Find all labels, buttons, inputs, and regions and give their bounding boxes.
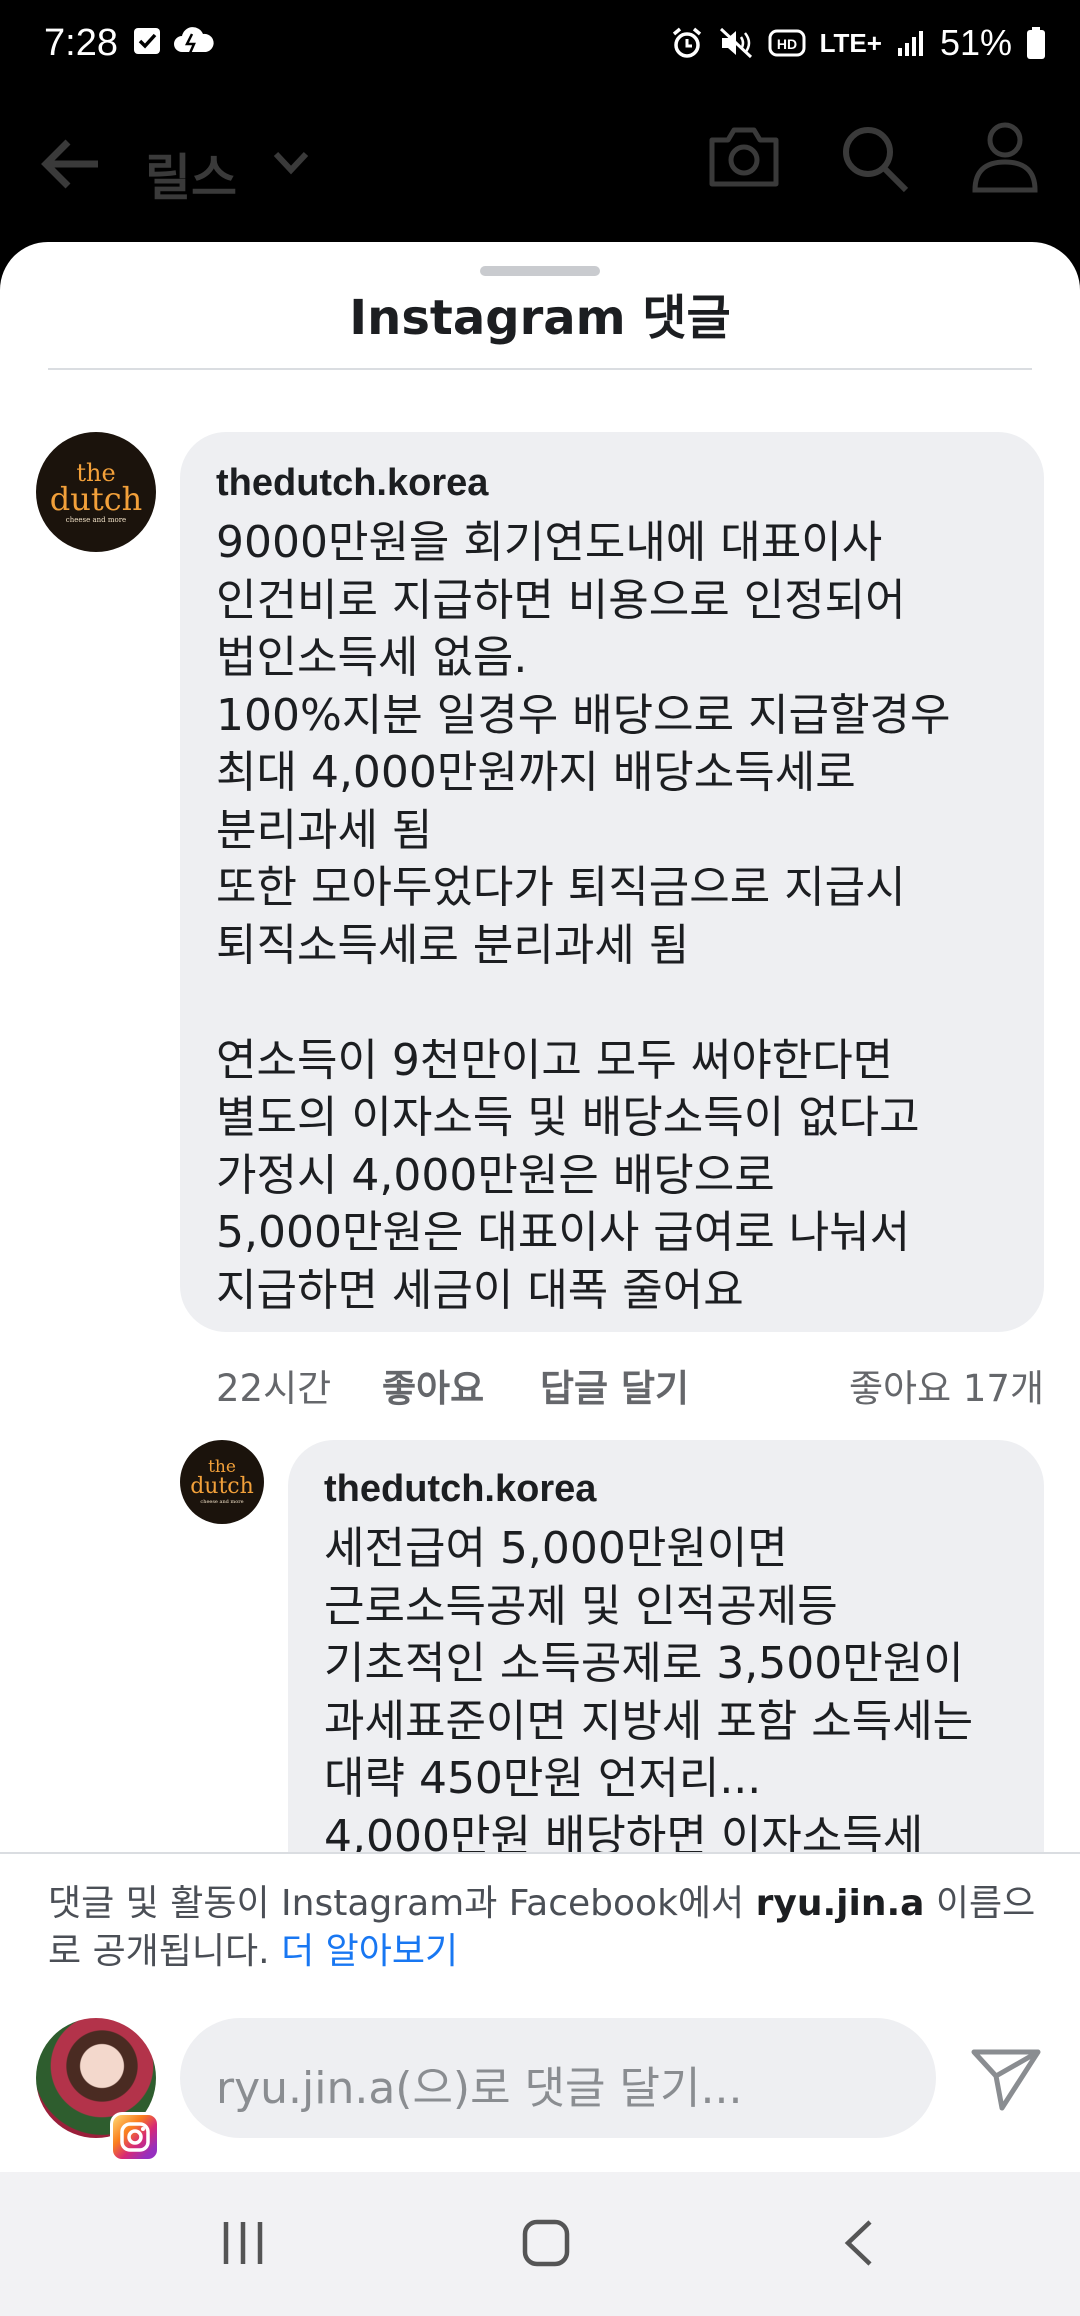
cloud-icon	[174, 27, 214, 54]
battery-level: 51%	[939, 22, 1012, 63]
logo-line-dutch: dutch	[190, 1474, 254, 1499]
notice-username: ryu.jin.a	[755, 1883, 925, 1924]
comment-author[interactable]: thedutch.korea	[216, 462, 488, 505]
battery-icon	[1027, 27, 1045, 59]
mute-icon	[719, 27, 752, 59]
status-bar: 7:28 HD LTE+ 51%	[0, 0, 1080, 94]
avatar[interactable]: the dutch cheese and more	[36, 432, 156, 552]
back-icon[interactable]	[836, 2218, 886, 2268]
send-icon[interactable]	[968, 2040, 1044, 2116]
system-nav-bar	[0, 2172, 1080, 2316]
learn-more-link[interactable]: 더 알아보기	[281, 1931, 458, 1972]
comment-time: 22시간	[216, 1367, 332, 1410]
camera-icon[interactable]	[706, 124, 782, 190]
reply-text: 세전급여 5,000만원이면 근로소득공제 및 인적공제등 기초적인 소득공제로…	[324, 1523, 974, 1862]
home-icon[interactable]	[521, 2218, 571, 2268]
reply-author[interactable]: thedutch.korea	[324, 1468, 596, 1511]
status-time: 7:28	[44, 22, 118, 64]
profile-icon[interactable]	[970, 120, 1040, 194]
hd-icon: HD	[768, 29, 806, 57]
comment-input[interactable]: ryu.jin.a(으)로 댓글 달기...	[180, 2018, 936, 2138]
background-app-bar: 릴스	[0, 94, 1080, 244]
privacy-notice: 댓글 및 활동이 Instagram과 Facebook에서 ryu.jin.a…	[48, 1880, 1038, 1976]
network-type: LTE+	[819, 27, 882, 58]
signal-icon	[897, 31, 923, 56]
app-bar-title[interactable]: 릴스	[145, 138, 237, 210]
recent-apps-icon[interactable]	[218, 2218, 268, 2268]
reply-avatar[interactable]: the dutch cheese and more	[180, 1440, 264, 1524]
alarm-icon	[672, 27, 701, 58]
comment-text: 9000만원을 회기연도내에 대표이사 인건비로 지급하면 비용으로 인정되어 …	[216, 517, 951, 1316]
logo-tagline: cheese and more	[200, 1499, 244, 1505]
search-icon[interactable]	[838, 122, 910, 194]
checkbox-icon	[134, 28, 160, 54]
back-arrow-icon[interactable]	[38, 134, 104, 194]
notice-text: 댓글 및 활동이 Instagram과 Facebook에서	[48, 1883, 756, 1924]
svg-text:HD: HD	[776, 36, 796, 52]
drag-handle[interactable]	[480, 266, 600, 276]
logo-line-dutch: dutch	[49, 479, 143, 518]
comment-list[interactable]: the dutch cheese and more thedutch.korea…	[0, 370, 1080, 2094]
like-count[interactable]: 좋아요 17개	[849, 1358, 1044, 1412]
comment-bubble[interactable]: thedutch.korea 9000만원을 회기연도내에 대표이사 인건비로 …	[180, 432, 1044, 1332]
comment-input-placeholder: ryu.jin.a(으)로 댓글 달기...	[216, 2063, 743, 2114]
chevron-down-icon[interactable]	[272, 150, 310, 176]
logo-tagline: cheese and more	[65, 515, 127, 524]
sheet-title: Instagram 댓글	[349, 290, 731, 346]
reply-button[interactable]: 답글 달기	[540, 1358, 689, 1412]
instagram-icon	[110, 2112, 160, 2162]
like-button[interactable]: 좋아요	[382, 1358, 484, 1412]
comment-footer: 댓글 및 활동이 Instagram과 Facebook에서 ryu.jin.a…	[0, 1852, 1080, 2174]
